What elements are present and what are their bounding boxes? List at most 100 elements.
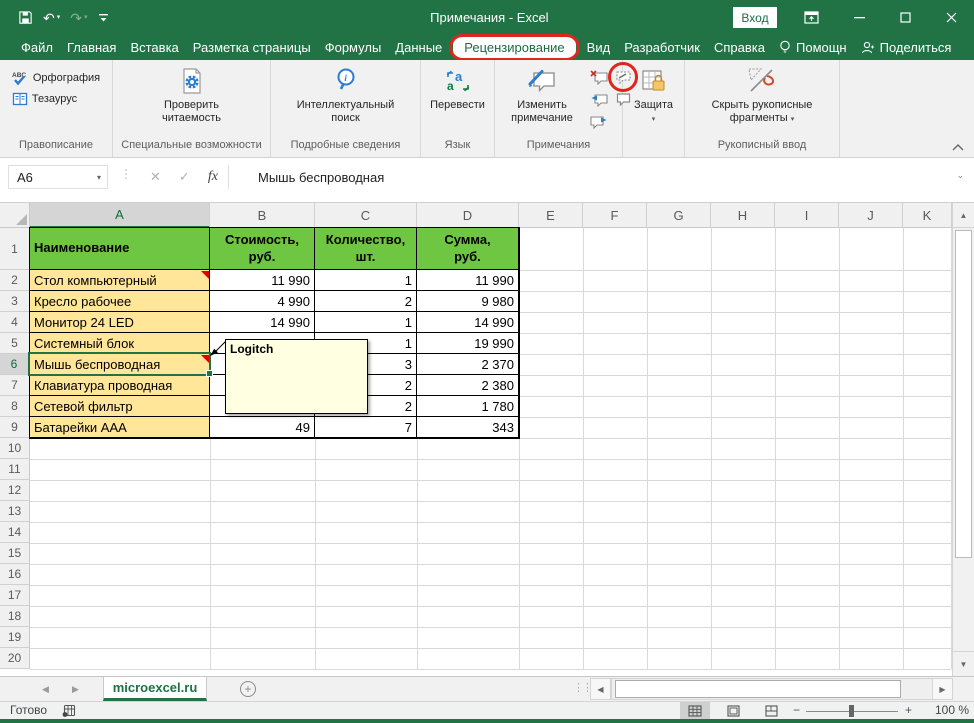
vertical-scrollbar-thumb[interactable]	[955, 230, 972, 558]
zoom-slider-thumb[interactable]	[849, 705, 854, 717]
page-break-view-icon[interactable]	[756, 702, 786, 719]
collapse-ribbon-icon[interactable]	[952, 144, 964, 151]
previous-comment-icon[interactable]	[587, 88, 611, 110]
horizontal-scrollbar-thumb[interactable]	[615, 680, 901, 698]
zoom-in-icon[interactable]: +	[905, 703, 912, 717]
check-accessibility-button[interactable]: Проверить читаемость	[144, 64, 240, 127]
name-box-dropdown-icon[interactable]: ▾	[97, 173, 101, 182]
cell-C1[interactable]: Количество, шт.	[315, 228, 417, 270]
cell-A4[interactable]: Монитор 24 LED	[30, 312, 210, 333]
tab-page-layout[interactable]: Разметка страницы	[186, 36, 318, 59]
cell-A9[interactable]: Батарейки AAA	[30, 417, 210, 438]
cell-D7[interactable]: 2 380	[417, 375, 519, 396]
page-layout-view-icon[interactable]	[718, 702, 748, 719]
zoom-level[interactable]: 100 %	[925, 703, 969, 717]
confirm-entry-icon[interactable]: ✓	[179, 169, 190, 185]
comment-box[interactable]: Logitch	[225, 339, 368, 414]
cell-D3[interactable]: 9 980	[417, 291, 519, 312]
tab-share[interactable]: Поделиться	[854, 36, 959, 59]
cell-B9[interactable]: 49	[210, 417, 315, 438]
cell-D4[interactable]: 14 990	[417, 312, 519, 333]
cell-D2[interactable]: 11 990	[417, 270, 519, 291]
status-bar: Готово − + 100 %	[0, 701, 974, 719]
tab-data[interactable]: Данные	[388, 36, 449, 59]
cell-C9[interactable]: 7	[315, 417, 417, 438]
fill-handle[interactable]	[206, 370, 213, 377]
tab-review[interactable]: Рецензирование	[453, 36, 575, 59]
customize-quick-access-icon[interactable]	[98, 12, 109, 24]
tab-file[interactable]: Файл	[14, 36, 60, 59]
thesaurus-button[interactable]: Тезаурус	[12, 92, 100, 106]
sheet-nav-right-icon[interactable]: ▶	[72, 677, 79, 701]
tab-help[interactable]: Справка	[707, 36, 772, 59]
zoom-out-icon[interactable]: −	[793, 703, 800, 717]
scroll-down-icon[interactable]: ▼	[953, 651, 974, 676]
smart-lookup-icon: i	[333, 66, 359, 96]
maximize-button[interactable]	[883, 0, 927, 35]
cell-A3[interactable]: Кресло рабочее	[30, 291, 210, 312]
name-box[interactable]: A6 ▾	[8, 165, 108, 189]
group-language-label: Язык	[421, 139, 494, 157]
group-accessibility-label: Специальные возможности	[113, 139, 270, 157]
translate-button[interactable]: аa Перевести	[426, 64, 489, 114]
cell-A7[interactable]: Клавиатура проводная	[30, 375, 210, 396]
scroll-right-icon[interactable]: ▶	[932, 678, 953, 700]
cancel-entry-icon[interactable]: ✕	[150, 169, 161, 185]
ribbon-display-options-icon[interactable]	[789, 0, 833, 35]
tab-view[interactable]: Вид	[580, 36, 618, 59]
horizontal-scrollbar[interactable]	[611, 678, 933, 700]
cell-B1[interactable]: Стоимость, руб.	[210, 228, 315, 270]
close-button[interactable]	[929, 0, 973, 35]
save-icon[interactable]	[18, 10, 33, 25]
translate-icon: аa	[445, 66, 471, 96]
edit-comment-button[interactable]: Изменить примечание	[499, 64, 585, 127]
thesaurus-label: Тезаурус	[32, 93, 77, 105]
macro-record-icon[interactable]	[62, 704, 76, 717]
cell-selection-border	[28, 352, 211, 376]
cell-B4[interactable]: 14 990	[210, 312, 315, 333]
undo-icon[interactable]: ↶▾	[43, 11, 60, 25]
cell-D9[interactable]: 343	[417, 417, 519, 438]
tab-home[interactable]: Главная	[60, 36, 123, 59]
cell-A1[interactable]: Наименование	[30, 228, 210, 270]
cell-B2[interactable]: 11 990	[210, 270, 315, 291]
cell-C4[interactable]: 1	[315, 312, 417, 333]
worksheet-grid: ABCDEFGHIJK 1234567891011121314151617181…	[0, 203, 974, 676]
cell-A5[interactable]: Системный блок	[30, 333, 210, 354]
sheet-nav-left-icon[interactable]: ◀	[42, 677, 49, 701]
cell-D5[interactable]: 19 990	[417, 333, 519, 354]
cell-C2[interactable]: 1	[315, 270, 417, 291]
expand-formula-bar-icon[interactable]: ⌄	[956, 170, 964, 181]
protect-button[interactable]: Защита▾	[630, 64, 677, 127]
cell-C3[interactable]: 2	[315, 291, 417, 312]
sheet-tab-bar: ◀ ▶ microexcel.ru + ⋮⋮ ◀ ▶	[0, 676, 974, 701]
next-comment-icon[interactable]	[587, 110, 611, 132]
cell-D1[interactable]: Сумма, руб.	[417, 228, 519, 270]
cell-A2[interactable]: Стол компьютерный	[30, 270, 210, 291]
spelling-button[interactable]: ABC Орфография	[12, 70, 100, 86]
tab-split-handle[interactable]: ⋮⋮	[573, 681, 591, 694]
cell-D6[interactable]: 2 370	[417, 354, 519, 375]
formula-bar-content[interactable]: Мышь беспроводная	[258, 165, 384, 189]
cell-A8[interactable]: Сетевой фильтр	[30, 396, 210, 417]
tab-insert[interactable]: Вставка	[123, 36, 185, 59]
normal-view-icon[interactable]	[680, 702, 710, 719]
scroll-up-icon[interactable]: ▲	[953, 203, 974, 228]
cell-B3[interactable]: 4 990	[210, 291, 315, 312]
smart-lookup-button[interactable]: i Интеллектуальный поиск	[287, 64, 405, 127]
new-sheet-icon[interactable]: +	[240, 681, 256, 697]
delete-comment-icon[interactable]	[587, 66, 611, 88]
sheet-tab[interactable]: microexcel.ru	[103, 677, 207, 701]
tab-tell-me[interactable]: Помощн	[772, 36, 854, 59]
minimize-button[interactable]	[837, 0, 881, 35]
group-comments-label: Примечания	[495, 139, 622, 157]
vertical-scrollbar[interactable]: ▲ ▼	[952, 203, 974, 676]
insert-function-icon[interactable]: fx	[208, 169, 218, 185]
scroll-left-icon[interactable]: ◀	[590, 678, 611, 700]
hide-ink-button[interactable]: Скрыть рукописные фрагменты ▾	[692, 64, 832, 127]
smart-lookup-label: Интеллектуальный поиск	[291, 99, 401, 125]
sign-in-button[interactable]: Вход	[733, 7, 777, 28]
cell-D8[interactable]: 1 780	[417, 396, 519, 417]
tab-formulas[interactable]: Формулы	[318, 36, 389, 59]
tab-developer[interactable]: Разработчик	[617, 36, 707, 59]
